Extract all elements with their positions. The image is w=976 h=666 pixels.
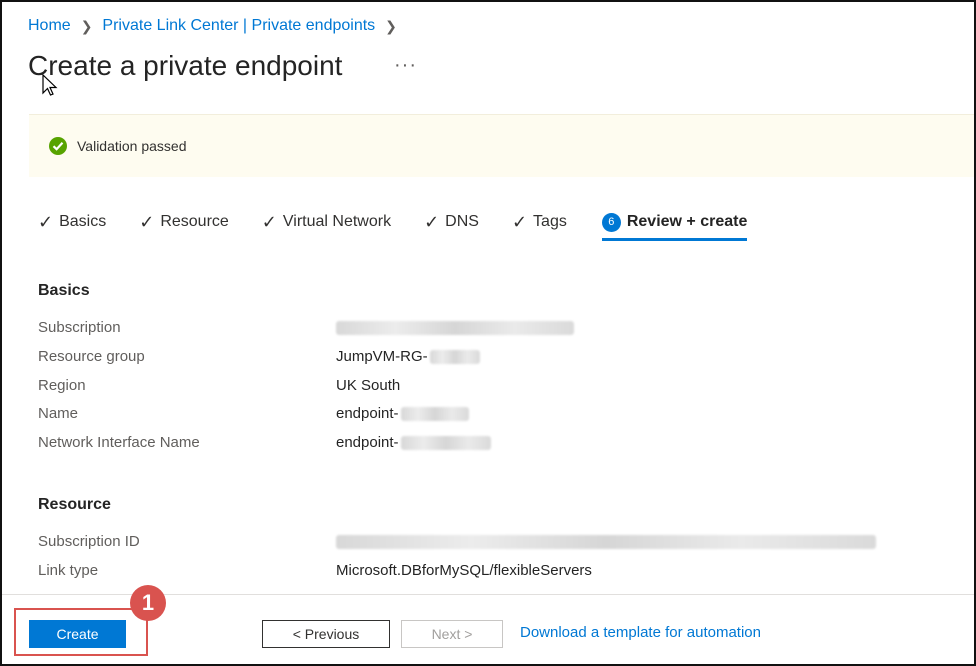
field-label: Subscription [38, 319, 121, 336]
download-template-link[interactable]: Download a template for automation [520, 624, 761, 641]
field-value: endpoint- [336, 405, 469, 422]
tab-review-create[interactable]: 6 Review + create [601, 210, 748, 241]
more-options-button[interactable]: ··· [394, 54, 417, 77]
section-title-resource: Resource [38, 496, 111, 513]
chevron-right-icon: ❯ [80, 17, 93, 34]
validation-banner: Validation passed [29, 114, 974, 177]
tab-label: Resource [160, 213, 229, 230]
summary-row-network-interface-name: Network Interface Name endpoint- [38, 434, 938, 456]
tab-label: Review + create [626, 213, 748, 230]
field-value: JumpVM-RG- [336, 348, 480, 365]
breadcrumb-private-link-center[interactable]: Private Link Center | Private endpoints [102, 17, 375, 35]
wizard-tabs: ✓ Basics ✓ Resource ✓ Virtual Network ✓ … [38, 210, 780, 241]
tab-resource[interactable]: ✓ Resource [139, 210, 229, 234]
annotation-highlight-box [14, 608, 148, 656]
section-title-basics: Basics [38, 282, 90, 299]
field-label: Network Interface Name [38, 434, 200, 451]
page-title: Create a private endpoint [28, 50, 343, 81]
tab-basics[interactable]: ✓ Basics [38, 210, 106, 234]
tab-label: Tags [533, 213, 567, 230]
portal-window: Home ❯ Private Link Center | Private end… [0, 0, 976, 666]
validation-message: Validation passed [77, 138, 187, 154]
field-value-redacted [336, 533, 876, 550]
tab-label: DNS [445, 213, 479, 230]
field-label: Link type [38, 562, 99, 579]
mouse-cursor-icon [42, 74, 58, 96]
field-value-redacted [336, 319, 574, 336]
breadcrumb-home[interactable]: Home [28, 17, 71, 35]
summary-row-resource-group: Resource group JumpVM-RG- [38, 348, 938, 370]
checkmark-icon: ✓ [139, 211, 155, 232]
success-check-icon [49, 137, 67, 155]
tab-virtual-network[interactable]: ✓ Virtual Network [262, 210, 391, 234]
summary-row-subscription: Subscription [38, 319, 938, 341]
field-label: Resource group [38, 348, 145, 365]
checkmark-icon: ✓ [424, 211, 440, 232]
previous-button[interactable]: < Previous [262, 620, 390, 648]
tab-label: Basics [59, 213, 107, 230]
field-label: Name [38, 405, 79, 422]
field-value: Microsoft.DBforMySQL/flexibleServers [336, 562, 592, 579]
summary-row-link-type: Link type Microsoft.DBforMySQL/flexibleS… [38, 562, 938, 584]
tab-dns[interactable]: ✓ DNS [424, 210, 479, 234]
summary-row-subscription-id: Subscription ID [38, 533, 938, 555]
next-button[interactable]: Next > [401, 620, 503, 648]
breadcrumb: Home ❯ Private Link Center | Private end… [28, 17, 397, 35]
summary-row-name: Name endpoint- [38, 405, 938, 427]
checkmark-icon: ✓ [261, 211, 277, 232]
field-value: UK South [336, 377, 401, 394]
annotation-step-marker: 1 [130, 585, 166, 621]
tab-label: Virtual Network [282, 213, 392, 230]
chevron-right-icon: ❯ [385, 17, 397, 34]
tab-tags[interactable]: ✓ Tags [512, 210, 567, 234]
step-number-badge: 6 [601, 212, 621, 232]
field-label: Region [38, 377, 86, 394]
summary-row-region: Region UK South [38, 377, 938, 399]
field-label: Subscription ID [38, 533, 140, 550]
checkmark-icon: ✓ [511, 211, 528, 232]
checkmark-icon: ✓ [38, 211, 54, 232]
field-value: endpoint- [336, 434, 491, 451]
